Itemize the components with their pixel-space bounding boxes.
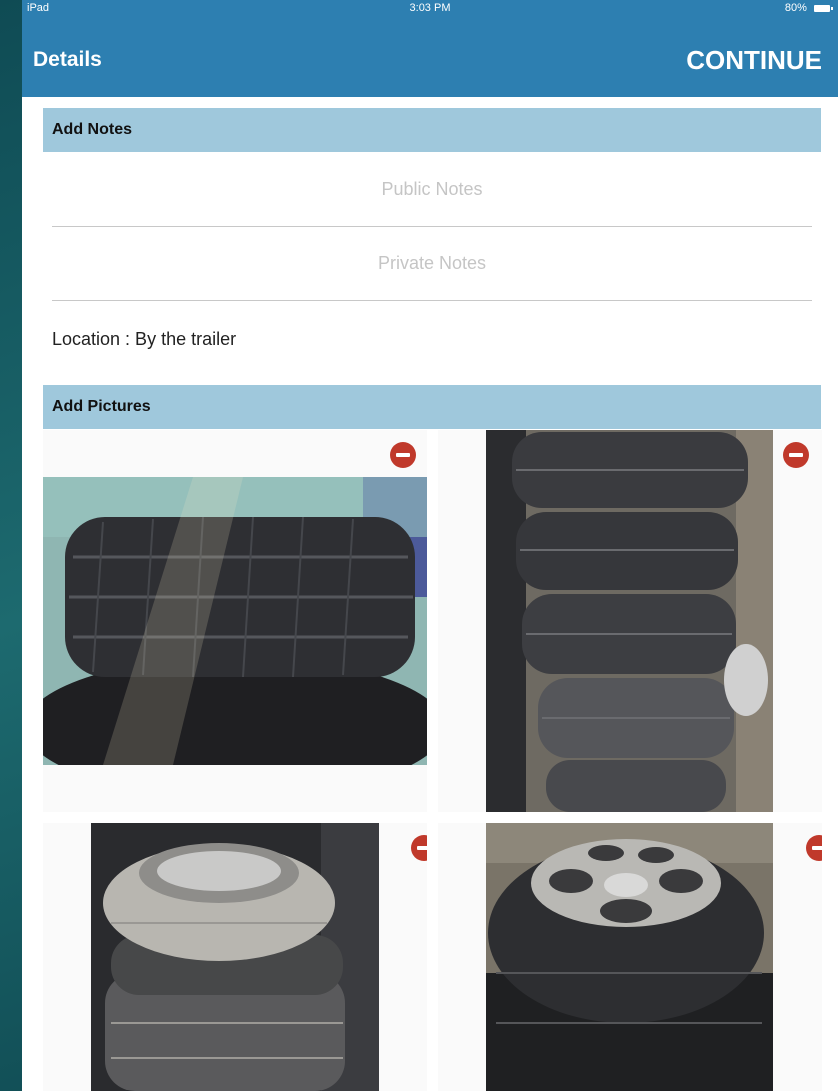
public-notes-field[interactable]: Public Notes: [52, 152, 812, 227]
remove-photo-4-button[interactable]: [806, 835, 822, 861]
add-notes-title: Add Notes: [52, 121, 132, 138]
add-pictures-header: Add Pictures: [43, 385, 821, 429]
status-bar: iPad 3:03 PM 80%: [22, 0, 838, 18]
navigation-bar: Details CONTINUE: [22, 18, 838, 97]
add-pictures-title: Add Pictures: [52, 398, 151, 415]
photo-cell-1: [43, 430, 427, 812]
location-label: Location : By the trailer: [52, 329, 237, 349]
app-window: iPad 3:03 PM 80% Details CONTINUE Add No…: [22, 0, 838, 1091]
photo-cell-2: [438, 430, 822, 812]
tire-stack-photo: [486, 430, 773, 812]
remove-photo-2-button[interactable]: [783, 442, 809, 468]
battery-icon: [814, 4, 833, 12]
tire-stack-rim-photo: [91, 823, 379, 1091]
private-notes-placeholder: Private Notes: [377, 253, 487, 273]
remove-photo-1-button[interactable]: [390, 442, 416, 468]
add-notes-header: Add Notes: [43, 108, 821, 152]
tire-rim-photo: [486, 823, 773, 1091]
public-notes-placeholder: Public Notes: [381, 179, 483, 199]
single-tire-photo: [43, 477, 427, 765]
tire-photo-4[interactable]: [486, 823, 773, 1091]
battery-percent: 80%: [784, 2, 807, 14]
continue-button[interactable]: CONTINUE: [686, 45, 822, 76]
page-title: Details: [33, 48, 102, 71]
tire-photo-2[interactable]: [486, 430, 773, 812]
photo-cell-3: [43, 823, 427, 1091]
remove-photo-3-button[interactable]: [411, 835, 427, 861]
clock: 3:03 PM: [409, 2, 451, 14]
battery-indicator: 80%: [784, 2, 833, 14]
tire-photo-1[interactable]: [43, 477, 427, 765]
photo-cell-4: [438, 823, 822, 1091]
private-notes-field[interactable]: Private Notes: [52, 226, 812, 301]
tire-photo-3[interactable]: [91, 823, 379, 1091]
